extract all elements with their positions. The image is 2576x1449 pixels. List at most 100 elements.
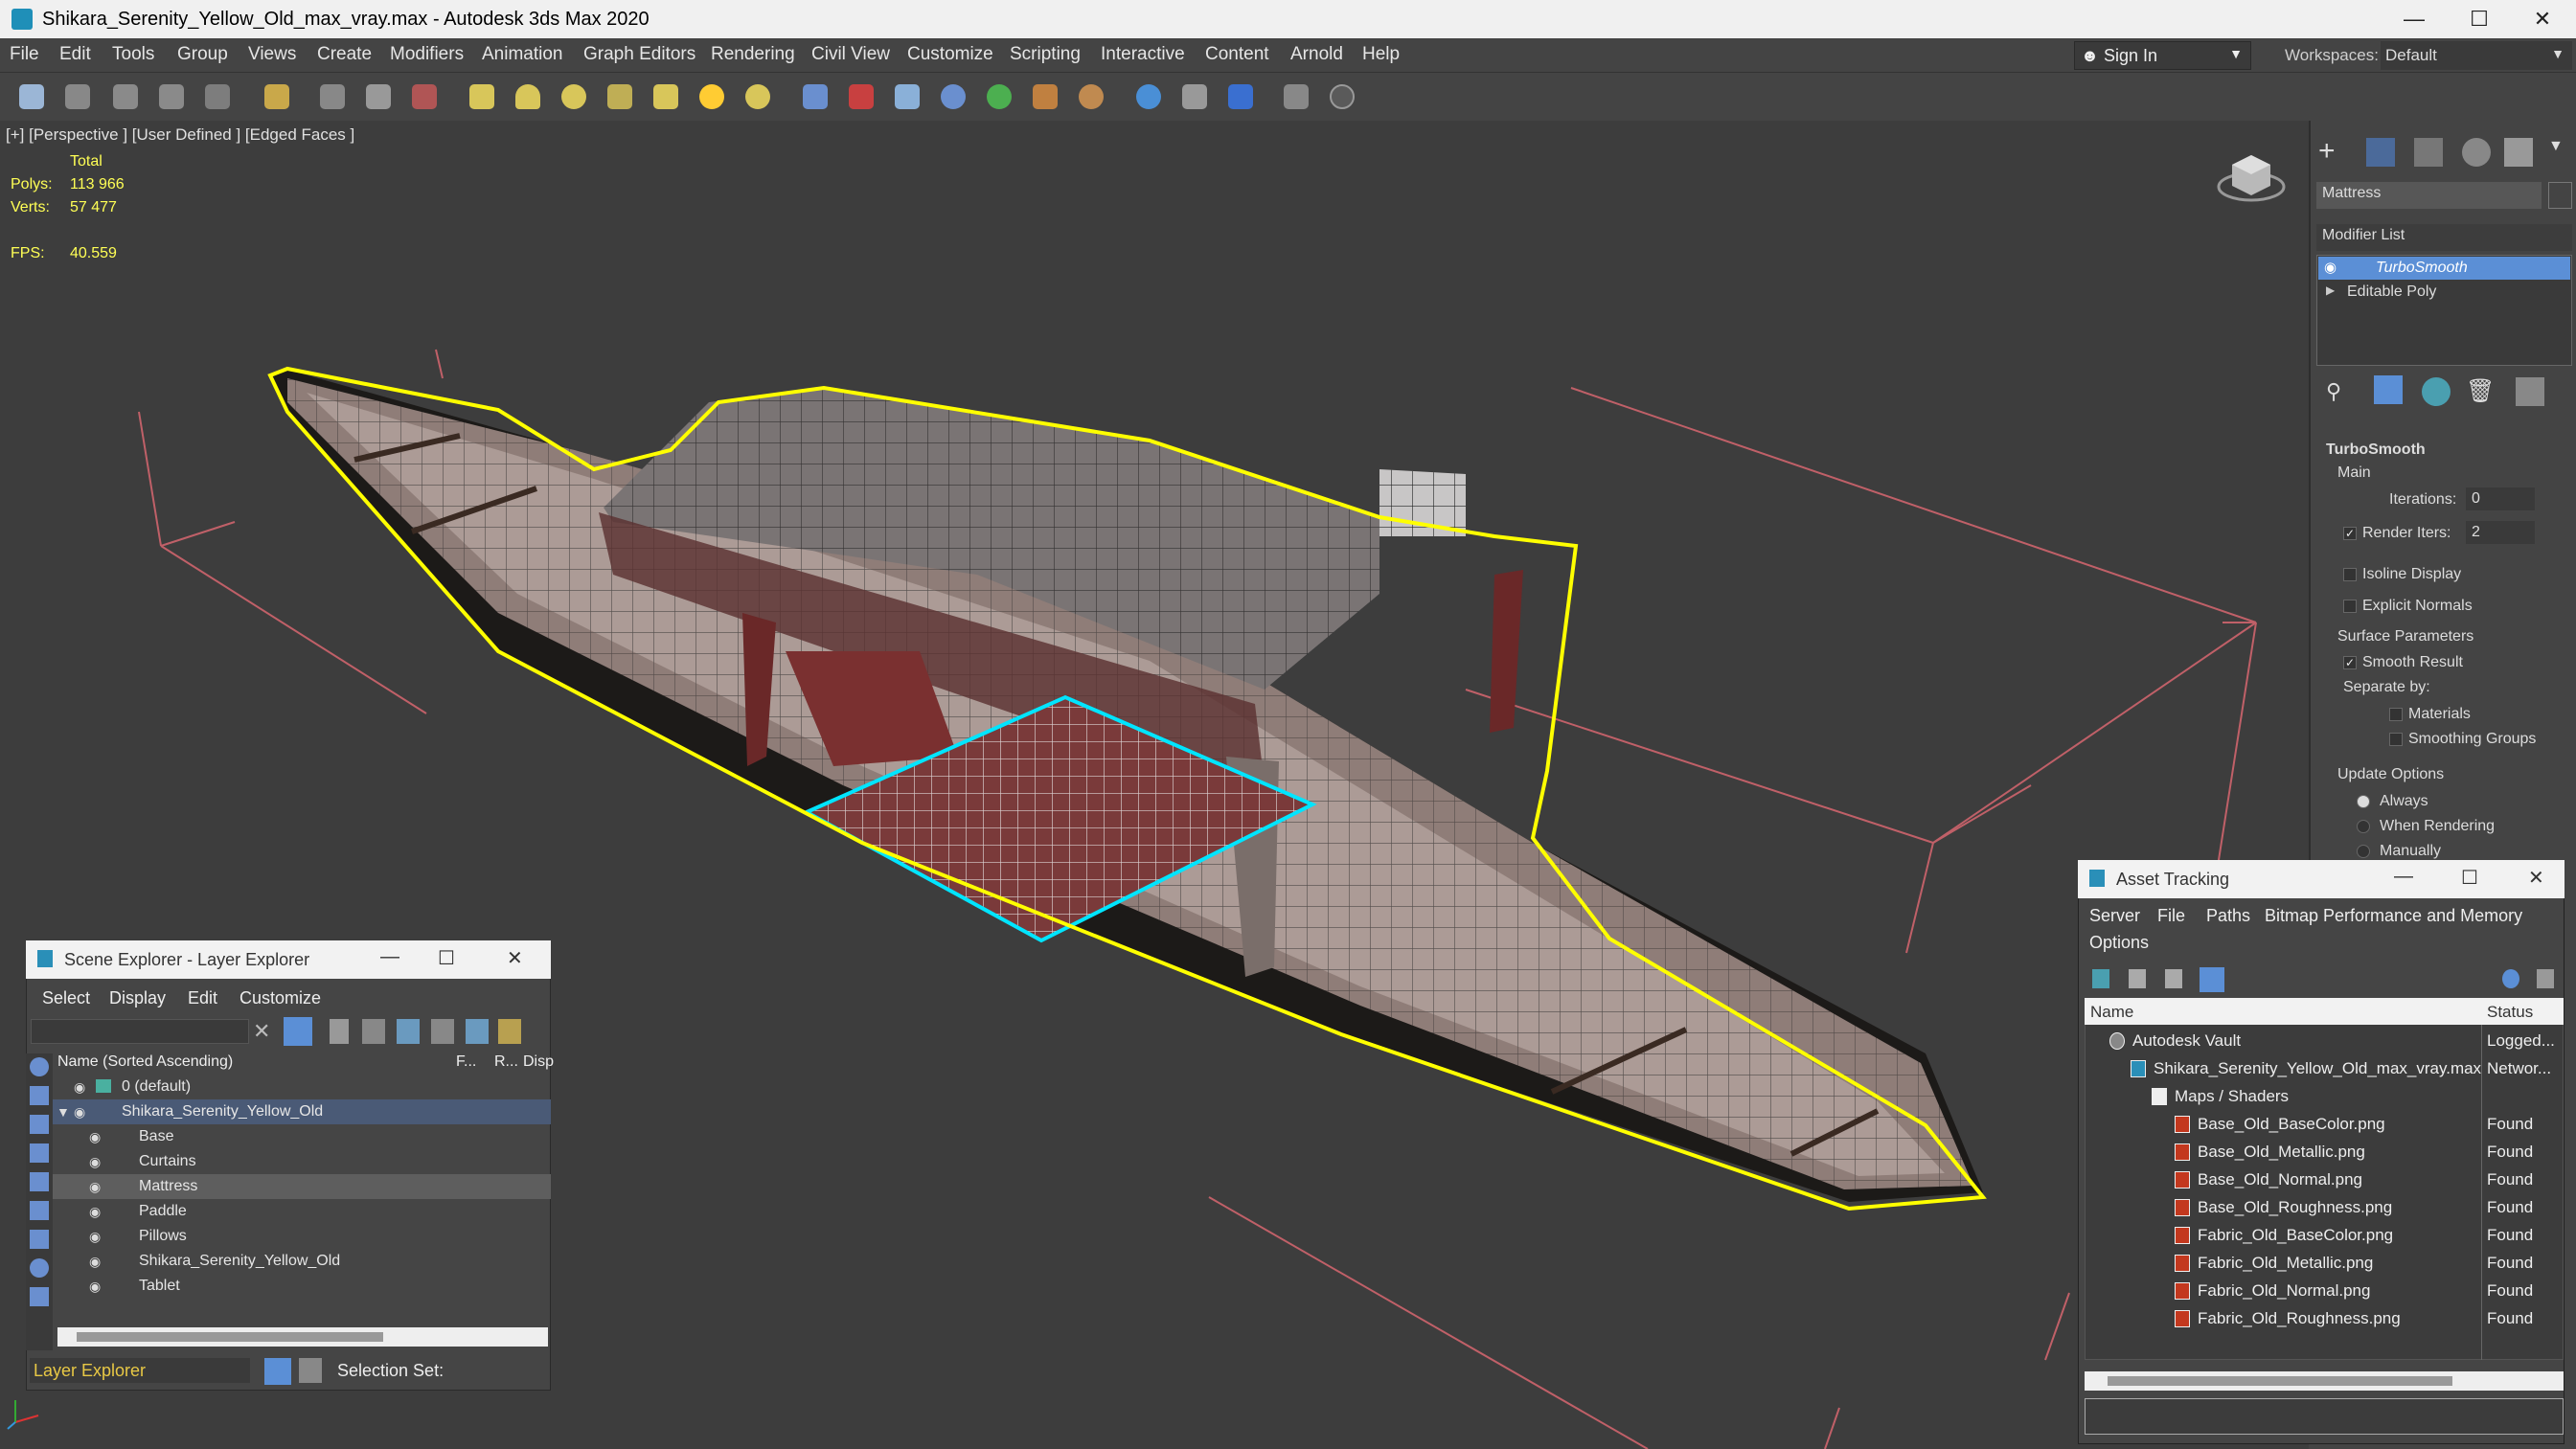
pin-icon[interactable] bbox=[2537, 969, 2554, 988]
iterations-spinner[interactable]: 0 bbox=[2466, 487, 2535, 510]
column-display-header[interactable]: Disp bbox=[523, 1053, 554, 1071]
layer-explorer-dropdown[interactable]: Layer Explorer bbox=[30, 1358, 250, 1383]
geometry-filter-icon[interactable] bbox=[30, 1086, 49, 1105]
selection-filter-icon[interactable] bbox=[264, 84, 289, 109]
column-status-header[interactable]: Status bbox=[2487, 1003, 2533, 1022]
render-iterative-icon[interactable] bbox=[1228, 84, 1253, 109]
object-row-curtains[interactable]: ◉ Curtains bbox=[53, 1149, 551, 1174]
layers-icon[interactable] bbox=[397, 1019, 420, 1044]
hierarchy-tab-icon[interactable] bbox=[2414, 138, 2443, 167]
select-by-name-icon[interactable] bbox=[366, 84, 391, 109]
motion-tab-icon[interactable] bbox=[2462, 138, 2491, 167]
object-row-paddle[interactable]: ◉ Paddle bbox=[53, 1199, 551, 1224]
expand-arrow-icon[interactable]: ▶ bbox=[2326, 283, 2335, 297]
eye-icon[interactable]: ◉ bbox=[2324, 259, 2337, 276]
menu-content[interactable]: Content bbox=[1205, 44, 1269, 65]
close-button[interactable]: ✕ bbox=[2509, 0, 2576, 38]
render-iters-spinner[interactable]: 2 bbox=[2466, 521, 2535, 544]
scene-search-input[interactable] bbox=[31, 1019, 249, 1044]
material-editor-icon[interactable] bbox=[941, 84, 966, 109]
hierarchy-icon[interactable] bbox=[431, 1019, 454, 1044]
asset-path-field[interactable] bbox=[2085, 1398, 2564, 1435]
asset-row-map[interactable]: Fabric_Old_Roughness.png Found bbox=[2085, 1304, 2564, 1332]
select-object-icon[interactable] bbox=[320, 84, 345, 109]
checkin-icon[interactable] bbox=[2165, 969, 2182, 988]
box-icon[interactable] bbox=[469, 84, 494, 109]
pyramid-icon[interactable] bbox=[653, 84, 678, 109]
menu-rendering[interactable]: Rendering bbox=[711, 44, 795, 65]
xrefs-filter-icon[interactable] bbox=[30, 1287, 49, 1306]
mirror-icon[interactable] bbox=[803, 84, 828, 109]
object-row-pillows[interactable]: ◉ Pillows bbox=[53, 1224, 551, 1249]
cameras-filter-icon[interactable] bbox=[30, 1172, 49, 1191]
render-production-icon[interactable] bbox=[1182, 84, 1207, 109]
object-row-shikara-group[interactable]: ◉ Shikara_Serenity_Yellow_Old bbox=[53, 1249, 551, 1274]
scene-menu-select[interactable]: Select bbox=[42, 988, 90, 1008]
shapes-filter-icon[interactable] bbox=[30, 1115, 49, 1134]
scene-explorer-titlebar[interactable]: Scene Explorer - Layer Explorer — ☐ ✕ bbox=[26, 940, 551, 979]
redo-icon[interactable] bbox=[65, 84, 90, 109]
make-unique-icon[interactable] bbox=[2422, 377, 2451, 406]
menu-customize[interactable]: Customize bbox=[907, 44, 993, 65]
menu-views[interactable]: Views bbox=[248, 44, 296, 65]
eye-icon[interactable]: ◉ bbox=[89, 1254, 104, 1269]
stack-item-turbosmooth[interactable]: ◉ TurboSmooth bbox=[2318, 257, 2570, 280]
close-button[interactable]: ✕ bbox=[2528, 866, 2544, 890]
workspaces-dropdown[interactable]: Default ▼ bbox=[2381, 41, 2572, 70]
schematic-view-icon[interactable] bbox=[1033, 84, 1058, 109]
modifier-list-dropdown[interactable]: Modifier List bbox=[2316, 224, 2572, 251]
help-icon[interactable] bbox=[1330, 84, 1355, 109]
asset-row-map[interactable]: Base_Old_Roughness.png Found bbox=[2085, 1193, 2564, 1221]
align-icon[interactable] bbox=[849, 84, 874, 109]
torus-icon[interactable] bbox=[607, 84, 632, 109]
object-color-swatch[interactable] bbox=[2548, 182, 2572, 209]
minimize-button[interactable]: — bbox=[2381, 0, 2448, 38]
menu-edit[interactable]: Edit bbox=[59, 44, 91, 65]
menu-group[interactable]: Group bbox=[177, 44, 228, 65]
scene-menu-display[interactable]: Display bbox=[109, 988, 166, 1008]
stack-item-editable-poly[interactable]: ▶ Editable Poly bbox=[2318, 281, 2570, 304]
scene-menu-edit[interactable]: Edit bbox=[188, 988, 217, 1008]
bones-filter-icon[interactable] bbox=[30, 1258, 49, 1278]
layer-row-shikara[interactable]: ▼ ◉ Shikara_Serenity_Yellow_Old bbox=[53, 1099, 551, 1124]
rectangular-region-icon[interactable] bbox=[412, 84, 437, 109]
asset-row-map[interactable]: Fabric_Old_Normal.png Found bbox=[2085, 1277, 2564, 1304]
layers-toggle-icon[interactable] bbox=[264, 1358, 291, 1385]
checkout-icon[interactable] bbox=[2129, 969, 2146, 988]
eye-icon[interactable]: ◉ bbox=[89, 1179, 104, 1194]
horizontal-scrollbar[interactable] bbox=[2085, 1371, 2564, 1391]
lights-filter-icon[interactable] bbox=[30, 1143, 49, 1163]
remove-modifier-icon[interactable]: 🗑 bbox=[2466, 377, 2495, 406]
geosphere-icon[interactable] bbox=[745, 84, 770, 109]
asset-menu-bitmap-performance[interactable]: Bitmap Performance and Memory bbox=[2265, 906, 2522, 926]
space-warps-filter-icon[interactable] bbox=[30, 1230, 49, 1249]
asset-menu-file[interactable]: File bbox=[2157, 906, 2185, 926]
eye-icon[interactable]: ◉ bbox=[89, 1204, 104, 1219]
asset-menu-options[interactable]: Options bbox=[2089, 933, 2149, 953]
column-name-header[interactable]: Name bbox=[2090, 1003, 2133, 1022]
cone-icon[interactable] bbox=[515, 84, 540, 109]
help-icon[interactable] bbox=[2502, 969, 2519, 988]
asset-row-map[interactable]: Fabric_Old_BaseColor.png Found bbox=[2085, 1221, 2564, 1249]
undo-icon[interactable] bbox=[19, 84, 44, 109]
collapse-arrow-icon[interactable]: ▼ bbox=[57, 1104, 72, 1120]
asset-row-vault[interactable]: Autodesk Vault Logged... bbox=[2085, 1027, 2564, 1054]
column-freeze-header[interactable]: F... bbox=[456, 1053, 476, 1071]
eye-icon[interactable]: ◉ bbox=[89, 1279, 104, 1294]
column-name-header[interactable]: Name (Sorted Ascending) bbox=[57, 1053, 233, 1071]
asset-row-max-file[interactable]: Shikara_Serenity_Yellow_Old_max_vray.max… bbox=[2085, 1054, 2564, 1082]
menu-arnold[interactable]: Arnold bbox=[1290, 44, 1343, 65]
add-layer-icon[interactable] bbox=[362, 1019, 385, 1044]
unlink-icon[interactable] bbox=[159, 84, 184, 109]
viewport-label[interactable]: [+] [Perspective ] [User Defined ] [Edge… bbox=[6, 125, 354, 145]
sort-layers-icon[interactable] bbox=[466, 1019, 489, 1044]
eye-icon[interactable]: ◉ bbox=[89, 1154, 104, 1169]
asset-row-maps-shaders[interactable]: Maps / Shaders bbox=[2085, 1082, 2564, 1110]
eye-icon[interactable]: ◉ bbox=[89, 1229, 104, 1244]
configure-sets-icon[interactable] bbox=[2516, 377, 2544, 406]
curve-editor-icon[interactable] bbox=[987, 84, 1012, 109]
menu-scripting[interactable]: Scripting bbox=[1010, 44, 1081, 65]
object-row-mattress[interactable]: ◉ Mattress bbox=[53, 1174, 551, 1199]
asset-menu-paths[interactable]: Paths bbox=[2206, 906, 2250, 926]
minimize-button[interactable]: — bbox=[380, 946, 399, 968]
